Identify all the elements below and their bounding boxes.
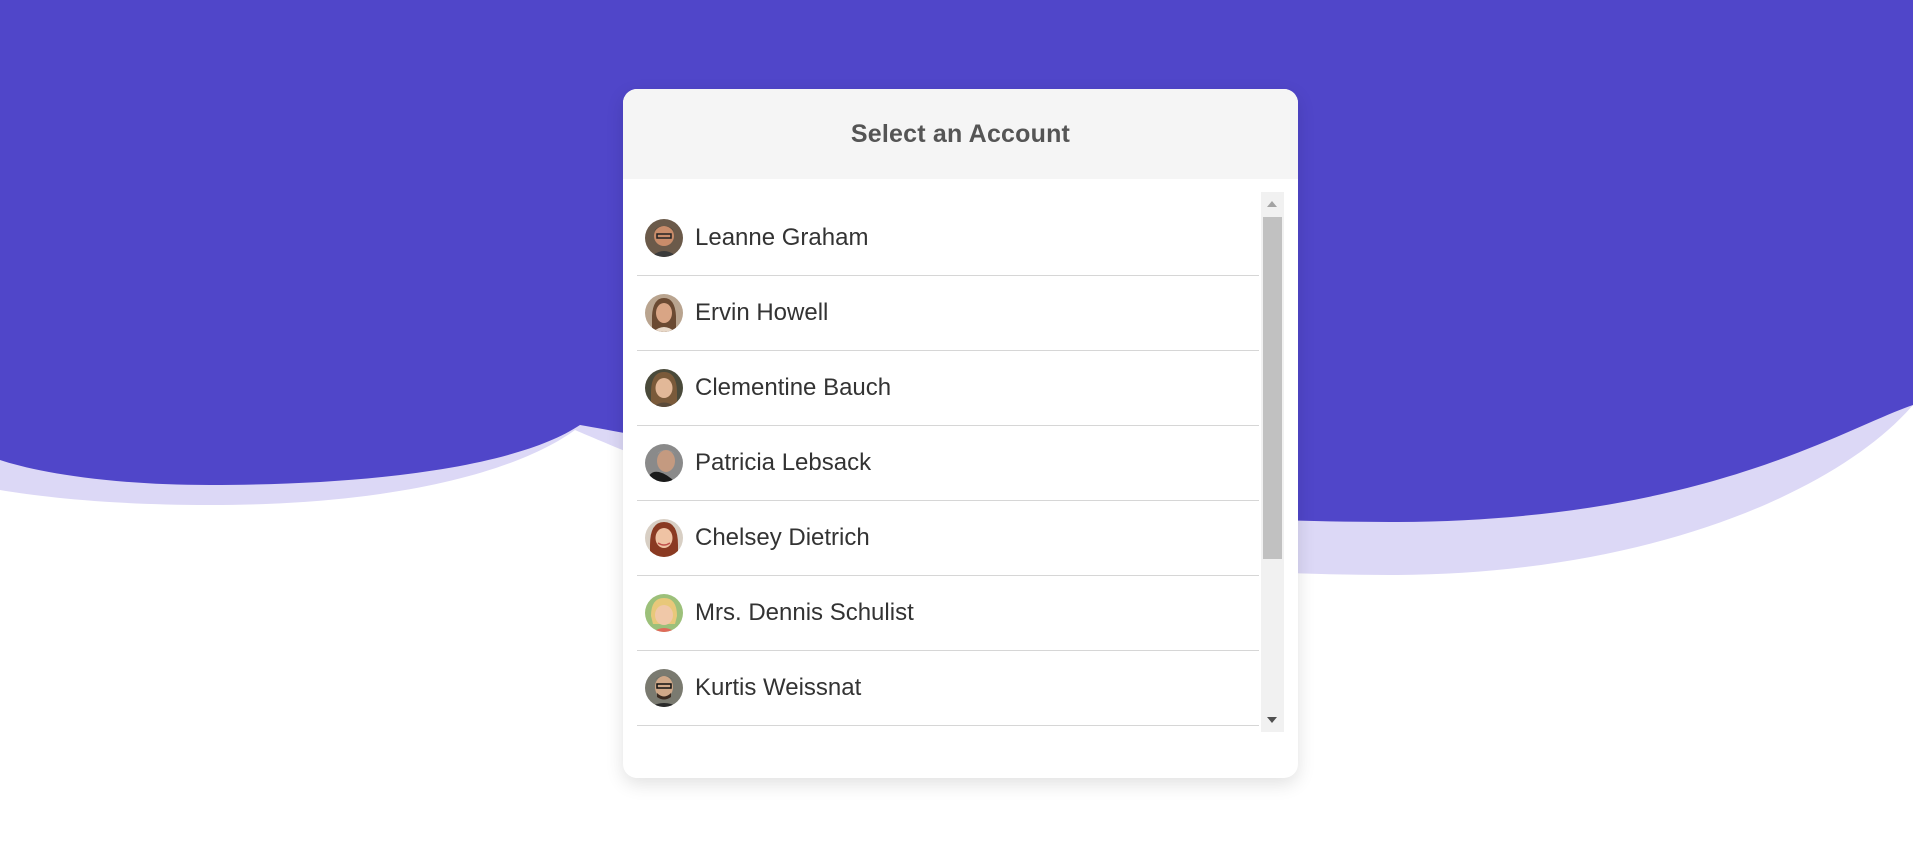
account-item-mrs-dennis-schulist[interactable]: Mrs. Dennis Schulist	[637, 576, 1259, 651]
page-background: Select an Account Leanne Graham Ervin Ho…	[0, 0, 1913, 854]
account-list-container: Leanne Graham Ervin Howell Clementine Ba…	[637, 192, 1284, 732]
account-name: Patricia Lebsack	[695, 449, 872, 476]
account-name: Kurtis Weissnat	[695, 674, 862, 701]
account-name: Clementine Bauch	[695, 374, 892, 401]
male-portrait-avatar	[645, 444, 683, 482]
account-list: Leanne Graham Ervin Howell Clementine Ba…	[637, 192, 1259, 726]
account-item-ervin-howell[interactable]: Ervin Howell	[637, 276, 1259, 351]
scroll-down-arrow-icon[interactable]	[1267, 717, 1277, 723]
account-item-clementine-bauch[interactable]: Clementine Bauch	[637, 351, 1259, 426]
dialog-header: Select an Account	[623, 89, 1298, 179]
vertical-scrollbar[interactable]	[1261, 192, 1284, 732]
male-portrait-avatar	[645, 219, 683, 257]
account-name: Ervin Howell	[695, 299, 829, 326]
account-item-chelsey-dietrich[interactable]: Chelsey Dietrich	[637, 501, 1259, 576]
account-name: Leanne Graham	[695, 224, 869, 251]
account-item-patricia-lebsack[interactable]: Patricia Lebsack	[637, 426, 1259, 501]
female-portrait-avatar	[645, 519, 683, 557]
account-item-leanne-graham[interactable]: Leanne Graham	[637, 201, 1259, 276]
account-name: Chelsey Dietrich	[695, 524, 870, 551]
account-item-kurtis-weissnat[interactable]: Kurtis Weissnat	[637, 651, 1259, 726]
male-portrait-avatar	[645, 669, 683, 707]
female-portrait-avatar	[645, 294, 683, 332]
dialog-title: Select an Account	[850, 119, 1071, 148]
child-portrait-avatar	[645, 594, 683, 632]
scrollbar-thumb[interactable]	[1263, 217, 1282, 559]
female-portrait-avatar	[645, 369, 683, 407]
account-select-dialog: Select an Account Leanne Graham Ervin Ho…	[623, 89, 1298, 778]
account-name: Mrs. Dennis Schulist	[695, 599, 914, 626]
scroll-up-arrow-icon[interactable]	[1267, 201, 1277, 207]
